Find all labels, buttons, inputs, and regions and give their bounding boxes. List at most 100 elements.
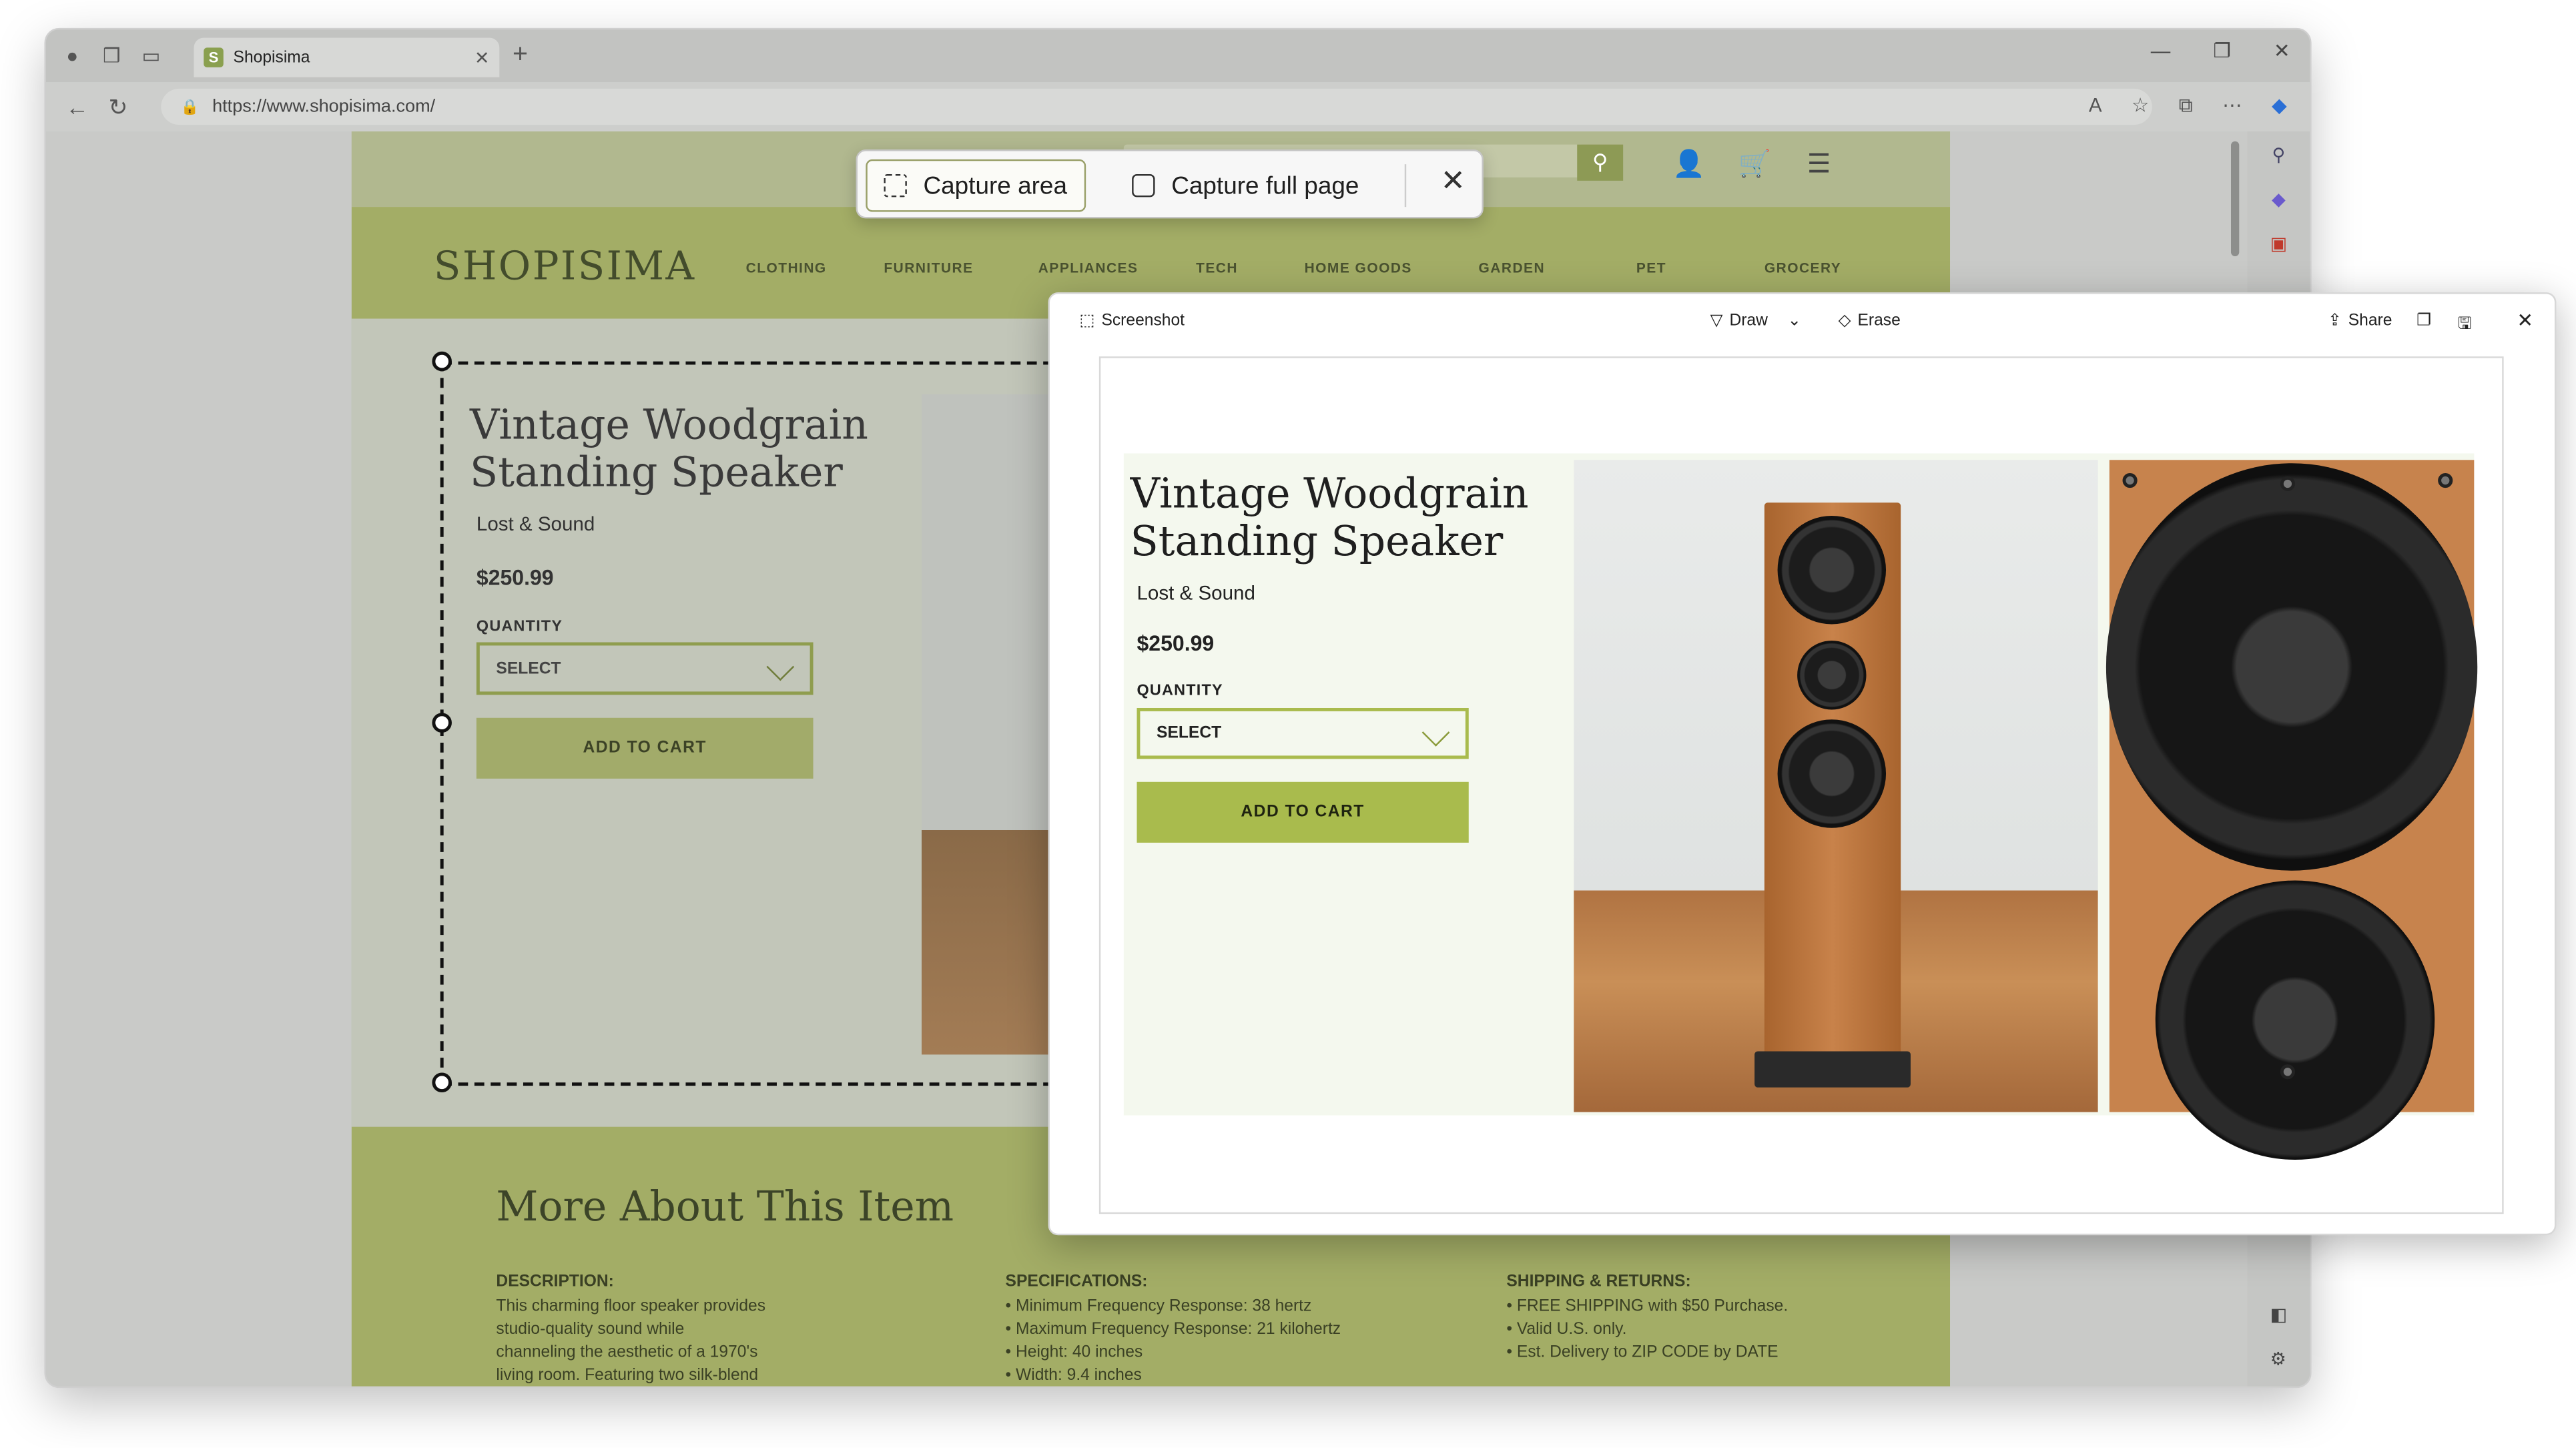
speaker-full-photo (1574, 460, 2098, 1112)
address-bar-actions: A ☆ ⧉ ⋯ ◆ (2089, 93, 2287, 118)
chevron-down-icon (766, 653, 795, 681)
description-column: DESCRIPTION: This charming floor speaker… (496, 1271, 765, 1386)
selection-border-bottom (442, 1082, 1053, 1086)
speaker-tweeter (1797, 641, 1867, 710)
capture-area-icon (884, 173, 907, 198)
selection-handle-bottom-left[interactable] (432, 1072, 452, 1093)
closeup-woofer (2106, 463, 2478, 871)
close-tab-icon[interactable]: ✕ (474, 47, 490, 69)
screenshot-title-group: ⬚ Screenshot (1079, 312, 1185, 330)
favorite-icon[interactable]: ☆ (2132, 93, 2150, 118)
share-button[interactable]: ⇪ Share (2328, 312, 2392, 330)
description-line: This charming floor speaker provides (496, 1297, 766, 1316)
shipping-item: Est. Delivery to ZIP CODE by DATE (1506, 1342, 1788, 1365)
sidebar-settings-icon[interactable]: ⚙ (2270, 1349, 2288, 1371)
menu-appliances[interactable]: APPLIANCES (1038, 260, 1139, 276)
tab-title: Shopisima (233, 48, 310, 67)
restore-icon[interactable]: ❐ (2213, 39, 2231, 62)
captured-product-price: $250.99 (1137, 631, 1215, 656)
profile-icon[interactable]: ● (59, 43, 85, 69)
product-price: $250.99 (476, 565, 554, 590)
more-options-icon[interactable]: ⋯ (2222, 93, 2242, 118)
save-icon[interactable]: 🖫 (2458, 312, 2472, 340)
close-icon[interactable]: ✕ (1441, 164, 1466, 199)
close-panel-icon[interactable]: ✕ (2517, 309, 2533, 332)
selection-border-top (442, 361, 1053, 365)
add-to-cart-button[interactable]: ADD TO CART (476, 717, 814, 779)
screenshot-title: Screenshot (1101, 312, 1185, 330)
quantity-select[interactable]: SELECT (476, 642, 814, 695)
speaker-base (1754, 1051, 1911, 1088)
screenshot-preview: Vintage Woodgrain Standing Speaker Lost … (1098, 356, 2504, 1214)
collections-icon[interactable]: ⧉ (2179, 93, 2193, 118)
tab-shopisima[interactable]: S Shopisima ✕ (194, 37, 500, 77)
speaker-woofer-top (1777, 515, 1887, 625)
bolt (2438, 472, 2453, 488)
spec-item: Minimum Frequency Response: 38 hertz (1006, 1296, 1341, 1319)
plus-icon[interactable]: + (513, 41, 528, 71)
shipping-item: FREE SHIPPING with $50 Purchase. (1506, 1296, 1788, 1319)
captured-quantity-select: SELECT (1137, 707, 1469, 759)
minimize-icon[interactable]: — (2151, 39, 2171, 62)
spec-item: Height: 40 inches (1006, 1342, 1341, 1365)
shipping-title: SHIPPING & RETURNS: (1506, 1273, 1691, 1291)
url-text: https://www.shopisima.com/ (212, 97, 436, 117)
sidebar-shopping-icon[interactable]: ◆ (2272, 189, 2286, 211)
capture-area-button[interactable]: Capture area (866, 159, 1086, 212)
description-line: channeling the aesthetic of a 1970's (496, 1343, 758, 1362)
selection-handle-top-left[interactable] (432, 351, 452, 372)
sidebar-tools-icon[interactable]: ▣ (2270, 234, 2288, 255)
read-aloud-icon[interactable]: A (2089, 93, 2102, 118)
copy-icon[interactable]: ❐ (2417, 312, 2431, 330)
captured-product-brand: Lost & Sound (1137, 581, 1255, 605)
copilot-icon[interactable]: ◆ (2272, 93, 2287, 118)
refresh-icon[interactable]: ↻ (108, 93, 127, 121)
spec-item: Maximum Frequency Response: 21 kilohertz (1006, 1319, 1341, 1342)
account-icon[interactable]: 👤 (1672, 148, 1705, 181)
search-icon[interactable]: ⚲ (1577, 144, 1624, 181)
capture-full-page-label: Capture full page (1171, 171, 1359, 200)
screenshot-toolbar: ⬚ Screenshot ▽ Draw ⌄ ◇ Erase ⇪ Share ❐ … (1050, 294, 2555, 354)
erase-label: Erase (1857, 312, 1901, 330)
tab-actions-icon[interactable]: ▭ (138, 43, 164, 69)
erase-button[interactable]: ◇ Erase (1839, 312, 1901, 330)
window-controls: — ❐ ✕ (2151, 39, 2290, 62)
captured-product-image: Vintage Woodgrain Standing Speaker Lost … (1123, 453, 2478, 1160)
description-title: DESCRIPTION: (496, 1273, 614, 1291)
chevron-down-icon (1421, 719, 1450, 747)
capture-full-page-button[interactable]: Capture full page (1115, 159, 1375, 212)
back-icon[interactable]: ← (65, 93, 88, 119)
menu-grocery[interactable]: GROCERY (1764, 260, 1841, 276)
sidebar-search-icon[interactable]: ⚲ (2272, 145, 2285, 166)
share-icon: ⇪ (2328, 312, 2342, 330)
bolt (2280, 1064, 2295, 1080)
capture-toolbar: Capture area Capture full page ✕ (856, 149, 1484, 219)
draw-button[interactable]: ▽ Draw ⌄ (1710, 312, 1801, 330)
hamburger-menu-icon[interactable]: ☰ (1807, 148, 1831, 181)
menu-garden[interactable]: GARDEN (1479, 260, 1546, 276)
share-label: Share (2348, 312, 2392, 330)
captured-product-title: Vintage Woodgrain Standing Speaker (1130, 470, 1529, 565)
chevron-down-icon[interactable]: ⌄ (1787, 312, 1801, 330)
workspaces-icon[interactable]: ❒ (99, 43, 125, 69)
shipping-column: SHIPPING & RETURNS: FREE SHIPPING with $… (1506, 1271, 1788, 1365)
address-bar[interactable]: 🔒 https://www.shopisima.com/ (161, 88, 2152, 125)
speaker-woofer-bottom (1777, 719, 1887, 828)
menu-clothing[interactable]: CLOTHING (746, 260, 827, 276)
capture-area-label: Capture area (923, 171, 1068, 200)
cart-icon[interactable]: 🛒 (1738, 148, 1770, 181)
shopisima-favicon-icon: S (204, 47, 224, 67)
menu-home-goods[interactable]: HOME GOODS (1305, 260, 1412, 276)
description-line: living room. Featuring two silk-blend (496, 1367, 759, 1385)
site-logo[interactable]: SHOPISIMA (434, 243, 696, 289)
sidebar-panel-icon[interactable]: ◧ (2270, 1305, 2288, 1326)
close-window-icon[interactable]: ✕ (2274, 39, 2290, 62)
menu-furniture[interactable]: FURNITURE (884, 260, 973, 276)
draw-icon: ▽ (1710, 312, 1723, 330)
toolbar-divider (1404, 164, 1407, 208)
menu-tech[interactable]: TECH (1196, 260, 1238, 276)
selection-handle-left[interactable] (432, 713, 452, 733)
menu-pet[interactable]: PET (1636, 260, 1666, 276)
tab-bar: ● ❒ ▭ S Shopisima ✕ + — ❐ ✕ (45, 29, 2310, 83)
page-scrollbar[interactable] (2230, 141, 2240, 257)
